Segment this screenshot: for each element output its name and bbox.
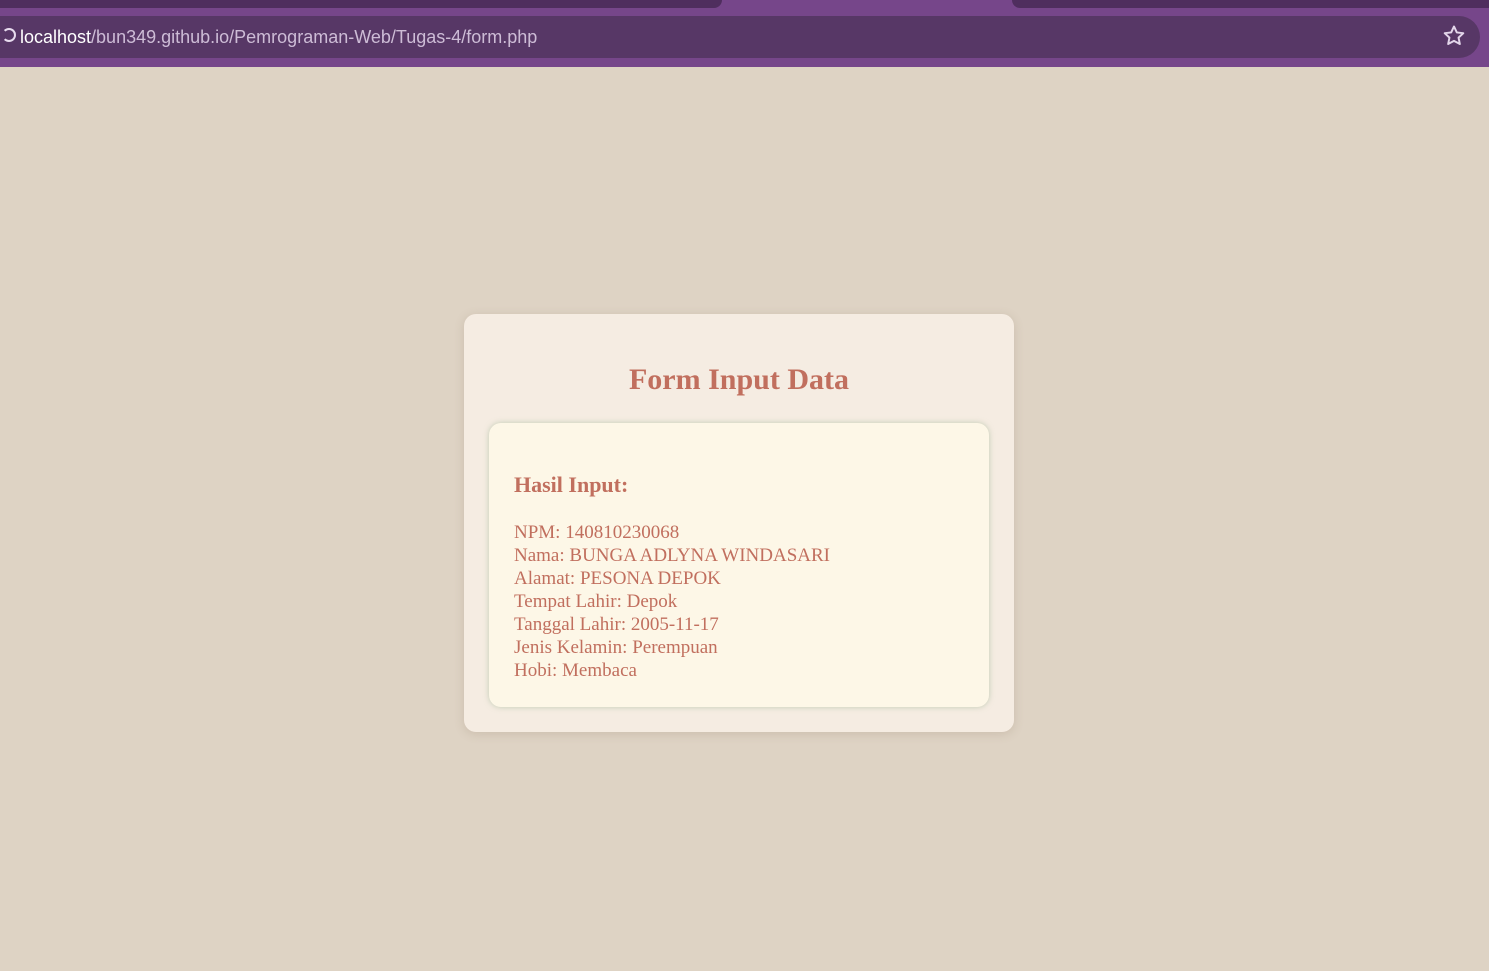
url-text[interactable]: localhost/bun349.github.io/Pemrograman-W… xyxy=(20,26,537,48)
result-jenis-kelamin: Jenis Kelamin: Perempuan xyxy=(514,637,718,658)
result-npm: NPM: 140810230068 xyxy=(514,522,680,543)
result-nama: Nama: BUNGA ADLYNA WINDASARI xyxy=(514,545,830,566)
page-title: Form Input Data xyxy=(628,363,849,396)
result-tanggal-lahir: Tanggal Lahir: 2005-11-17 xyxy=(514,614,719,635)
url-path: /bun349.github.io/Pemrograman-Web/Tugas-… xyxy=(91,27,538,47)
browser-toolbar: localhost/bun349.github.io/Pemrograman-W… xyxy=(0,8,1489,67)
result-box: Hasil Input: NPM: 140810230068 Nama: BUN… xyxy=(489,423,989,707)
url-host: localhost xyxy=(20,27,92,47)
result-hobi: Hobi: Membaca xyxy=(514,660,637,681)
result-heading: Hasil Input: xyxy=(514,472,629,497)
bookmark-star-icon[interactable] xyxy=(1441,23,1467,49)
site-info-icon[interactable] xyxy=(2,28,16,42)
result-alamat: Alamat: PESONA DEPOK xyxy=(514,568,721,589)
form-card: Form Input Data Hasil Input: NPM: 140810… xyxy=(464,314,1014,732)
result-list: NPM: 140810230068 Nama: BUNGA ADLYNA WIN… xyxy=(514,521,830,682)
browser-tab[interactable] xyxy=(1012,0,1489,8)
address-bar[interactable]: localhost/bun349.github.io/Pemrograman-W… xyxy=(0,16,1480,58)
browser-tab[interactable] xyxy=(0,0,722,8)
result-tempat-lahir: Tempat Lahir: Depok xyxy=(514,591,678,612)
